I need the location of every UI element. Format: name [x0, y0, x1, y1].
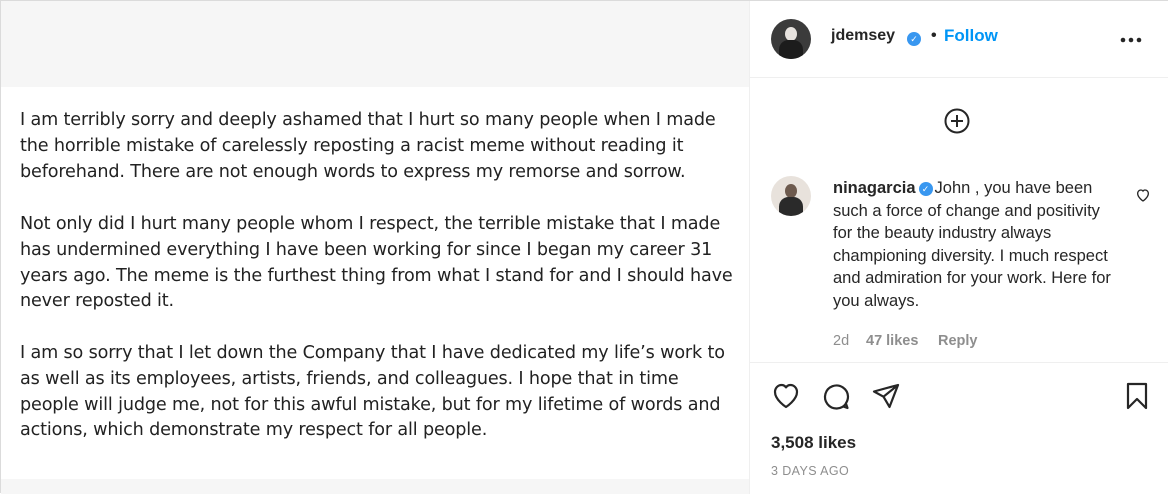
header-separator: •: [931, 27, 937, 44]
comment-bubble-icon[interactable]: [821, 381, 851, 411]
ellipsis-icon: [1120, 37, 1142, 43]
add-circle-icon[interactable]: [944, 108, 970, 134]
comment-time[interactable]: 2d: [833, 333, 849, 349]
reply-button[interactable]: Reply: [938, 333, 978, 349]
verified-badge-icon: ✓: [907, 32, 921, 46]
commenter-username[interactable]: ninagarcia: [833, 179, 916, 197]
comment-body: ninagarcia ✓ John , you have been such a f…: [833, 177, 1118, 313]
follow-button[interactable]: Follow: [944, 26, 998, 46]
post-header: jdemsey ✓ • Follow: [750, 1, 1168, 78]
paper-plane-icon[interactable]: [871, 381, 901, 411]
post-image[interactable]: I am terribly sorry and deeply ashamed t…: [1, 1, 749, 494]
small-heart-icon[interactable]: [1135, 187, 1151, 203]
action-bar: 3,508 likes 3 DAYS AGO: [750, 362, 1168, 495]
avatar-body: [779, 40, 803, 59]
author-avatar[interactable]: [771, 19, 811, 59]
comment-text: John , you have been such a force of cha…: [833, 179, 1111, 310]
avatar-head: [785, 27, 797, 41]
heart-icon[interactable]: [771, 381, 801, 411]
verified-badge-icon: ✓: [918, 182, 933, 196]
statement-paragraph-2: Not only did I hurt many people whom I r…: [20, 214, 733, 312]
avatar-head: [785, 184, 797, 198]
comment-likes[interactable]: 47 likes: [866, 333, 918, 349]
statement-paragraph-1: I am terribly sorry and deeply ashamed t…: [20, 110, 716, 182]
more-options-icon[interactable]: [1120, 23, 1142, 49]
bookmark-icon[interactable]: [1122, 381, 1152, 411]
commenter-avatar[interactable]: [771, 176, 811, 216]
post-sidebar: jdemsey ✓ • Follow ninagarcia ✓ John , you…: [749, 1, 1168, 494]
instagram-post: I am terribly sorry and deeply ashamed t…: [0, 0, 1168, 494]
likes-count[interactable]: 3,508 likes: [771, 433, 856, 453]
avatar-body: [779, 197, 803, 216]
post-date[interactable]: 3 DAYS AGO: [771, 464, 849, 478]
author-username[interactable]: jdemsey: [831, 27, 895, 45]
statement-paragraph-3: I am so sorry that I let down the Compan…: [20, 343, 725, 441]
